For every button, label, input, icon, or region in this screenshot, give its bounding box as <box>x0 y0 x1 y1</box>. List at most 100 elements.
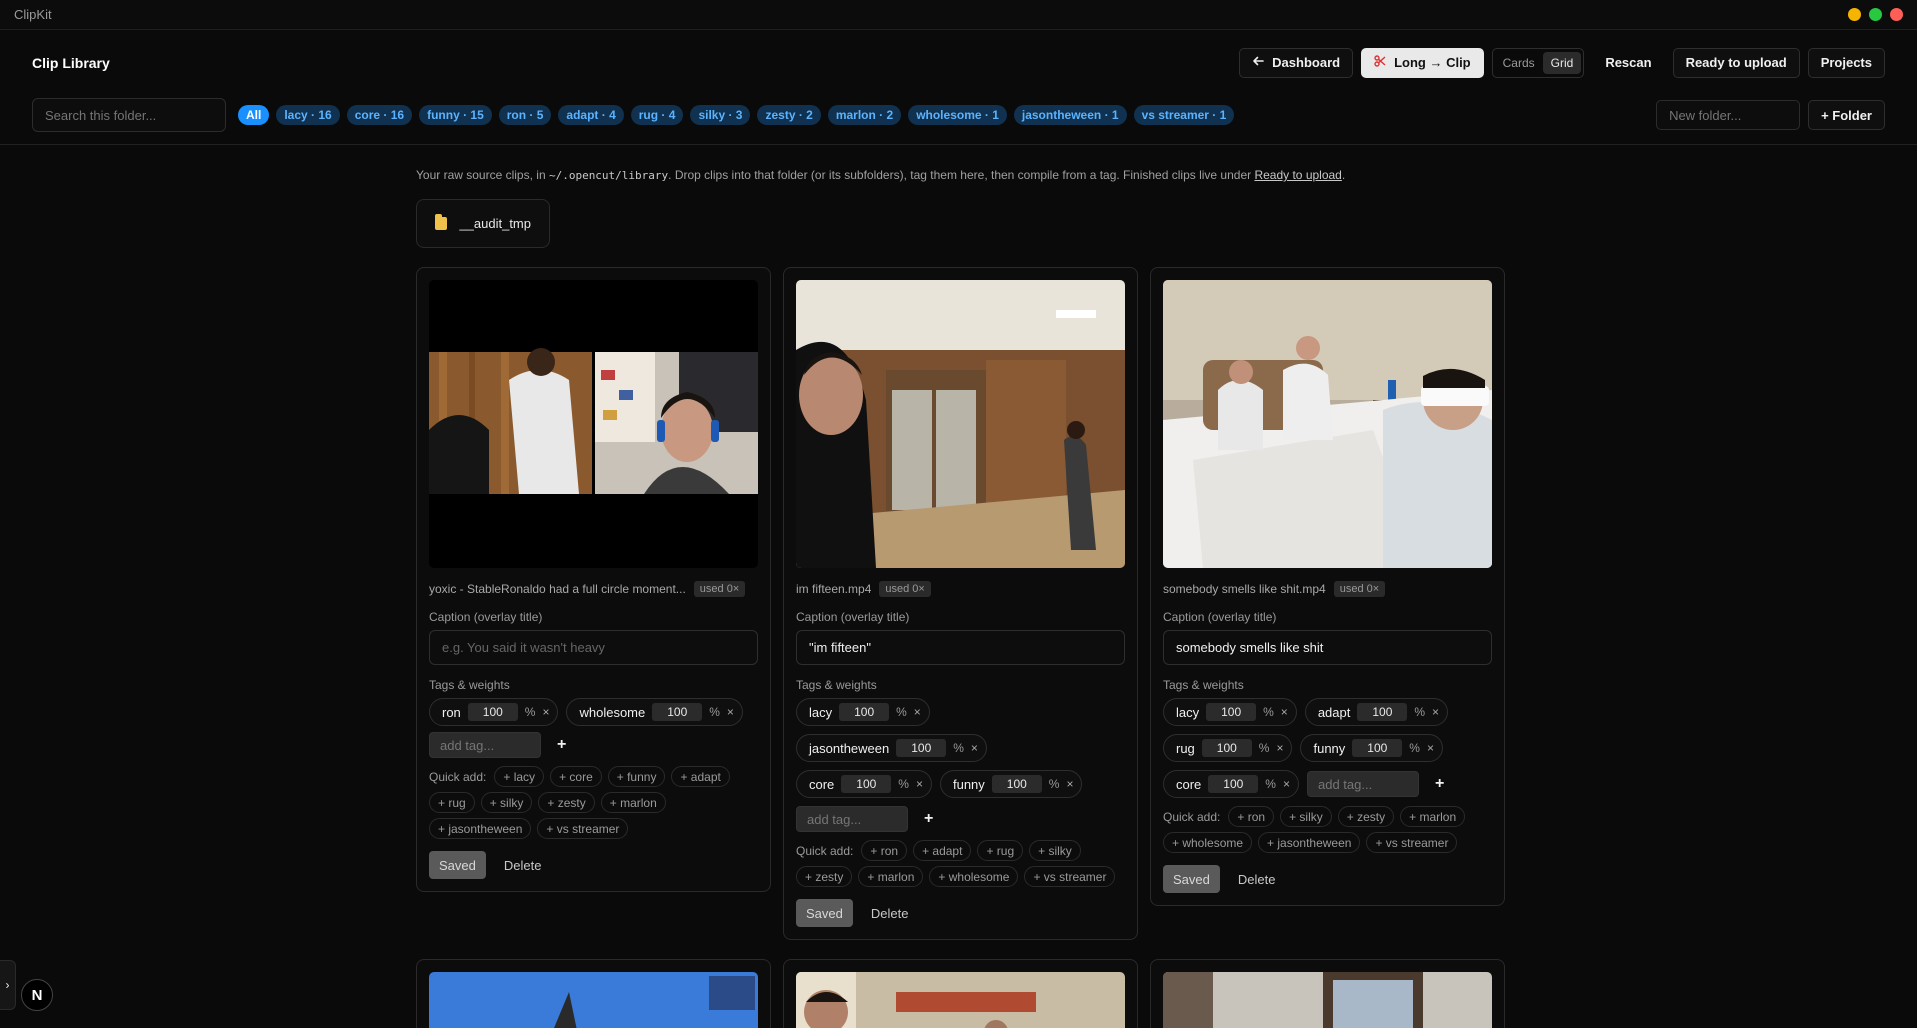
quick-add-chip[interactable]: + rug <box>429 792 475 813</box>
delete-button[interactable]: Delete <box>871 906 909 921</box>
new-folder-input[interactable] <box>1656 100 1801 130</box>
quick-add-chip[interactable]: + vs streamer <box>537 818 629 839</box>
ready-to-upload-button[interactable]: Ready to upload <box>1672 47 1800 78</box>
remove-tag-icon[interactable]: × <box>1427 741 1434 755</box>
n-logo-badge[interactable]: N <box>21 979 53 1011</box>
remove-tag-icon[interactable]: × <box>727 705 734 719</box>
quick-add-chip[interactable]: + adapt <box>913 840 972 861</box>
ready-to-upload-link[interactable]: Ready to upload <box>1254 168 1341 182</box>
saved-button[interactable]: Saved <box>429 851 486 879</box>
quick-add-chip[interactable]: + vs streamer <box>1366 832 1458 853</box>
clip-thumbnail[interactable] <box>796 972 1125 1028</box>
filter-chip-lacy[interactable]: lacy · 16 <box>276 105 340 125</box>
quick-add-chip[interactable]: + marlon <box>858 866 924 887</box>
quick-add-chip[interactable]: + wholesome <box>929 866 1019 887</box>
quick-add-chip[interactable]: + ron <box>1228 806 1275 827</box>
quick-add-chip[interactable]: + core <box>550 766 602 787</box>
remove-tag-icon[interactable]: × <box>1281 705 1288 719</box>
quick-add-chip[interactable]: + marlon <box>1400 806 1466 827</box>
quick-add-chip[interactable]: + marlon <box>600 792 666 813</box>
quick-add-chip[interactable]: + funny <box>607 766 666 787</box>
saved-button[interactable]: Saved <box>1163 865 1220 893</box>
filter-chip-ron[interactable]: ron · 5 <box>498 105 552 125</box>
quick-add-chip[interactable]: + jasontheween <box>1258 832 1361 853</box>
add-tag-input[interactable] <box>796 806 908 832</box>
remove-tag-icon[interactable]: × <box>971 741 978 755</box>
maximize-button[interactable] <box>1869 8 1882 21</box>
clip-thumbnail[interactable] <box>429 280 758 568</box>
delete-button[interactable]: Delete <box>504 858 542 873</box>
filter-chip-silky[interactable]: silky · 3 <box>690 105 751 125</box>
sidebar-toggle[interactable]: › <box>0 960 16 1010</box>
clip-thumbnail[interactable] <box>796 280 1125 568</box>
search-input[interactable] <box>32 98 226 132</box>
folder-item[interactable]: __audit_tmp <box>416 199 550 248</box>
tag-weight-input[interactable]: 100 <box>1201 739 1252 757</box>
tag-weight-input[interactable]: 100 <box>839 703 890 721</box>
caption-input[interactable]: "im fifteen" <box>796 630 1125 665</box>
close-button[interactable] <box>1890 8 1903 21</box>
filter-chip-zesty[interactable]: zesty · 2 <box>757 105 821 125</box>
quick-add-chip[interactable]: + jasontheween <box>429 818 532 839</box>
quick-add-chip[interactable]: + zesty <box>538 792 595 813</box>
projects-button[interactable]: Projects <box>1807 47 1885 78</box>
add-tag-plus-icon[interactable]: + <box>924 810 933 828</box>
filter-chip-rug[interactable]: rug · 4 <box>630 105 684 125</box>
remove-tag-icon[interactable]: × <box>1432 705 1439 719</box>
remove-tag-icon[interactable]: × <box>1283 777 1290 791</box>
percent-sign: % <box>1409 741 1420 755</box>
quick-add-chip[interactable]: + adapt <box>671 766 730 787</box>
clip-thumbnail[interactable] <box>1163 280 1492 568</box>
clip-thumbnail[interactable] <box>1163 972 1492 1028</box>
tag-weight-input[interactable]: 100 <box>1357 703 1408 721</box>
view-cards-option[interactable]: Cards <box>1495 52 1543 74</box>
remove-tag-icon[interactable]: × <box>916 777 923 791</box>
quick-add-chip[interactable]: + zesty <box>1337 806 1395 827</box>
remove-tag-icon[interactable]: × <box>914 705 921 719</box>
remove-tag-icon[interactable]: × <box>1276 741 1283 755</box>
filter-chip-core[interactable]: core · 16 <box>346 105 413 125</box>
quick-add-chip[interactable]: + rug <box>977 840 1024 861</box>
caption-input[interactable]: e.g. You said it wasn't heavy <box>429 630 758 665</box>
tag-weight-input[interactable]: 100 <box>652 703 703 721</box>
tag-weight-input[interactable]: 100 <box>467 703 518 721</box>
remove-tag-icon[interactable]: × <box>542 705 549 719</box>
filter-chip-marlon[interactable]: marlon · 2 <box>827 105 902 125</box>
filter-chip-all[interactable]: All <box>238 105 270 125</box>
quick-add-chip[interactable]: + lacy <box>494 766 545 787</box>
filter-chip-funny[interactable]: funny · 15 <box>419 105 492 125</box>
rescan-button[interactable]: Rescan <box>1592 48 1664 78</box>
remove-tag-icon[interactable]: × <box>1066 777 1073 791</box>
clip-thumbnail[interactable] <box>429 972 758 1028</box>
view-grid-option[interactable]: Grid <box>1542 51 1582 74</box>
filter-chip-vs-streamer[interactable]: vs streamer · 1 <box>1133 105 1235 125</box>
long-to-clip-button[interactable]: Long → Clip <box>1361 47 1484 78</box>
add-tag-plus-icon[interactable]: + <box>557 736 566 754</box>
delete-button[interactable]: Delete <box>1238 872 1276 887</box>
add-tag-input[interactable] <box>429 732 541 758</box>
quick-add-chip[interactable]: + wholesome <box>1163 832 1253 853</box>
filter-chip-adapt[interactable]: adapt · 4 <box>558 105 624 125</box>
tag-weight-input[interactable]: 100 <box>896 739 947 757</box>
tag-list: lacy 100% × adapt 100% × rug 100% × funny 100% ×… <box>1163 698 1492 798</box>
tag-weight-input[interactable]: 100 <box>841 775 892 793</box>
tag-weight-input[interactable]: 100 <box>1206 703 1257 721</box>
filter-chip-wholesome[interactable]: wholesome · 1 <box>908 105 1007 125</box>
quick-add-chip[interactable]: + ron <box>861 840 908 861</box>
filter-chip-jasontheween[interactable]: jasontheween · 1 <box>1013 105 1127 125</box>
quick-add-chip[interactable]: + silky <box>1029 840 1081 861</box>
dashboard-button[interactable]: Dashboard <box>1239 47 1354 78</box>
quick-add-chip[interactable]: + silky <box>1280 806 1332 827</box>
tag-weight-input[interactable]: 100 <box>991 775 1042 793</box>
tag-weight-input[interactable]: 100 <box>1352 739 1403 757</box>
quick-add-chip[interactable]: + vs streamer <box>1024 866 1116 887</box>
add-tag-plus-icon[interactable]: + <box>1435 775 1444 793</box>
add-tag-input[interactable] <box>1306 771 1419 797</box>
minimize-button[interactable] <box>1848 8 1861 21</box>
tag-weight-input[interactable]: 100 <box>1208 775 1259 793</box>
quick-add-chip[interactable]: + zesty <box>796 866 853 887</box>
add-folder-button[interactable]: + Folder <box>1808 100 1885 130</box>
caption-input[interactable]: somebody smells like shit <box>1163 630 1492 665</box>
quick-add-chip[interactable]: + silky <box>480 792 533 813</box>
saved-button[interactable]: Saved <box>796 899 853 927</box>
